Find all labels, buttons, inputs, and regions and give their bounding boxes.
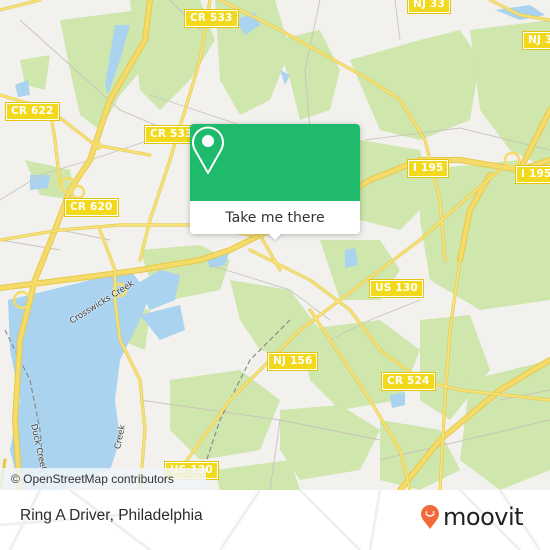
road-label-nj156: NJ 156: [266, 352, 319, 371]
road-label-nj33: NJ 33: [522, 31, 550, 50]
location-pin-icon: [192, 126, 224, 174]
footer-bar: Ring A Driver, Philadelphia moovit: [0, 490, 550, 550]
road-label-us130: US 130: [369, 279, 424, 298]
place-name: Ring A Driver, Philadelphia: [20, 507, 203, 524]
take-me-there-button[interactable]: Take me there: [190, 201, 360, 234]
road-label-cr622: CR 622: [5, 102, 60, 121]
popup-header: [190, 124, 360, 201]
location-popup: Take me there: [190, 124, 360, 240]
map-view[interactable]: CR 533 NJ 33 NJ 33 CR 622 CR 533 I 195 I…: [0, 0, 550, 490]
moovit-pin-icon: [421, 505, 439, 529]
popup-pointer: [267, 232, 283, 240]
map-attribution[interactable]: © OpenStreetMap contributors: [0, 468, 206, 490]
take-me-there-label: Take me there: [225, 209, 325, 226]
road-label-i195: I 195: [406, 159, 450, 178]
road-label-cr524: CR 524: [381, 372, 436, 391]
road-label-nj33: NJ 33: [407, 0, 451, 14]
road-label-cr620: CR 620: [64, 198, 119, 217]
road-label-cr533: CR 533: [184, 9, 239, 28]
moovit-logo[interactable]: moovit: [420, 502, 524, 532]
map-tiles: [0, 0, 550, 490]
moovit-wordmark: moovit: [443, 503, 524, 531]
road-label-i195: I 195: [514, 165, 550, 184]
